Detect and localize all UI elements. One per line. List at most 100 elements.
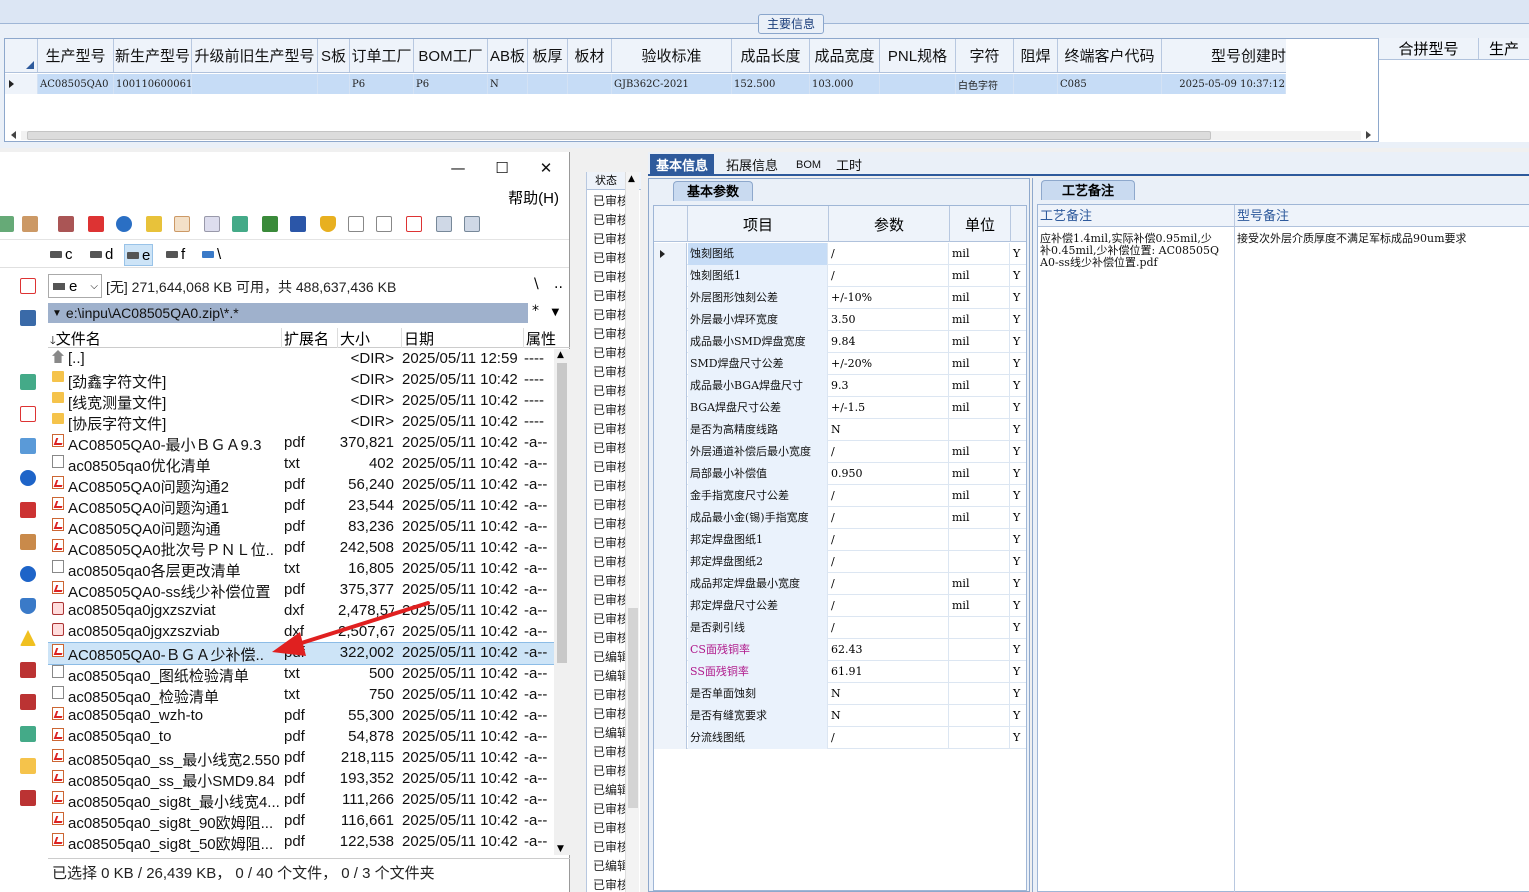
scroll-left-icon[interactable] xyxy=(11,131,16,139)
parent-button[interactable]: .. xyxy=(554,276,563,292)
main-cell[interactable] xyxy=(1014,74,1058,94)
param-value[interactable]: 0.950 xyxy=(829,463,949,485)
main-col-header[interactable]: 成品宽度 xyxy=(810,39,880,72)
basic-params-tab[interactable]: 基本参数 xyxy=(673,181,753,201)
main-col-header[interactable]: BOM工厂 xyxy=(414,39,488,72)
col-ext-header[interactable]: 扩展名 xyxy=(284,328,338,348)
network-icon[interactable] xyxy=(232,216,248,232)
main-col-header[interactable]: 板材 xyxy=(568,39,612,72)
col-name-header[interactable]: 🡓文件名 xyxy=(48,328,282,348)
info-icon[interactable] xyxy=(20,470,36,486)
param-value[interactable]: / xyxy=(829,727,949,749)
file-row[interactable]: AC08505QA0问题沟通 pdf 83,236 2025/05/11 10:42-… xyxy=(48,517,554,538)
tab-work-hours[interactable]: 工时 xyxy=(830,154,868,175)
col-item-header[interactable]: 项目 xyxy=(688,206,829,242)
process-remark-text[interactable]: 应补偿1.4mil,实际补偿0.95mil,少补0.45mil,少补偿位置: A… xyxy=(1040,233,1220,269)
param-value[interactable]: / xyxy=(829,573,949,595)
main-col-header[interactable]: 阻焊 xyxy=(1014,39,1058,72)
file-row[interactable]: [线宽测量文件] <DIR> 2025/05/11 10:42 ---- xyxy=(48,391,554,412)
param-value[interactable]: 62.43 xyxy=(829,639,949,661)
text-file-icon[interactable] xyxy=(174,216,190,232)
window-icon[interactable] xyxy=(436,216,452,232)
help-menu[interactable]: 帮助(H) xyxy=(508,187,559,208)
main-col-header[interactable]: 字符 xyxy=(956,39,1014,72)
main-cell[interactable]: 白色字符 xyxy=(956,74,1014,94)
pack-icon[interactable] xyxy=(22,216,38,232)
new-file-icon[interactable] xyxy=(376,216,392,232)
chat-icon[interactable] xyxy=(20,438,36,454)
tab-bom[interactable]: BOM xyxy=(790,154,827,175)
main-col-header[interactable]: AB板 xyxy=(488,39,528,72)
param-row[interactable]: 是否为高精度线路 N Y xyxy=(654,419,1026,441)
history-dropdown-icon[interactable]: ▼ xyxy=(52,308,62,319)
param-row[interactable]: 邦定焊盘图纸2/ Y xyxy=(654,551,1026,573)
param-value[interactable]: / xyxy=(829,265,949,287)
param-row[interactable]: 成品最小金(锡)手指宽度 / mil Y xyxy=(654,507,1026,529)
param-row[interactable]: 成品邦定焊盘最小宽度 / mil Y xyxy=(654,573,1026,595)
col-size-header[interactable]: 大小 xyxy=(340,328,402,348)
drive-e-button[interactable]: e xyxy=(124,244,154,266)
main-cell[interactable]: P6 xyxy=(414,74,488,94)
param-value[interactable]: / xyxy=(829,529,949,551)
main-cell[interactable]: 103.000 xyxy=(810,74,880,94)
param-row[interactable]: 金手指宽度尺寸公差 / mil Y xyxy=(654,485,1026,507)
main-col-header[interactable]: 成品长度 xyxy=(732,39,810,72)
main-grid-hscrollbar[interactable] xyxy=(9,129,1373,141)
info-icon[interactable] xyxy=(20,566,36,582)
file-row[interactable]: [劲鑫字符文件] <DIR> 2025/05/11 10:42 ---- xyxy=(48,370,554,391)
param-row[interactable]: SS面残铜率 61.91 Y xyxy=(654,661,1026,683)
file-row[interactable]: ac08505qa0_sig8t_50欧姆阻... pdf 122,538 2025/… xyxy=(48,832,554,853)
main-col-header[interactable]: 新生产型号 xyxy=(114,39,192,72)
param-row[interactable]: 邦定焊盘尺寸公差 / mil Y xyxy=(654,595,1026,617)
param-value[interactable]: +/-10% xyxy=(829,287,949,309)
pdf-tool-icon[interactable] xyxy=(88,216,104,232)
remarks-grid[interactable]: 工艺备注 型号备注 应补偿1.4mil,实际补偿0.95mil,少补0.45mi… xyxy=(1037,204,1529,892)
param-value[interactable]: 9.3 xyxy=(829,375,949,397)
param-value[interactable]: / xyxy=(829,243,949,265)
params-grid[interactable]: 项目 参数 单位 蚀刻图纸 / mil Y 蚀刻图纸1/mil Y 外层图形蚀刻公差 +/-1… xyxy=(653,205,1027,891)
delete-icon[interactable] xyxy=(20,502,36,518)
main-col-header[interactable]: 验收标准 xyxy=(612,39,732,72)
scroll-up-icon[interactable]: ▲ xyxy=(628,174,635,184)
file-row[interactable]: ac08505qa0_ss_最小SMD9.84 pdf 193,352 2025/05… xyxy=(48,769,554,790)
excel-icon[interactable] xyxy=(262,216,278,232)
drive-d-button[interactable]: d xyxy=(90,246,113,263)
main-col-header[interactable]: 板厚 xyxy=(528,39,568,72)
sync-dirs-icon[interactable] xyxy=(20,694,36,710)
param-value[interactable]: 3.50 xyxy=(829,309,949,331)
maximize-button[interactable]: ☐ xyxy=(480,156,524,180)
image-icon[interactable] xyxy=(20,534,36,550)
scroll-right-icon[interactable] xyxy=(1366,131,1371,139)
file-row[interactable]: AC08505QA0批次号ＰＮＬ位.. pdf 242,508 2025/05/11 … xyxy=(48,538,554,559)
word-icon[interactable] xyxy=(290,216,306,232)
scroll-down-icon[interactable]: ▼ xyxy=(557,844,564,854)
file-list-scrollbar[interactable]: ▲ ▼ xyxy=(554,349,570,855)
monitor-icon[interactable] xyxy=(20,310,36,326)
param-value[interactable]: / xyxy=(829,507,949,529)
main-cell[interactable]: 10011060006172 xyxy=(114,74,192,94)
doc-icon[interactable] xyxy=(204,216,220,232)
file-row[interactable]: AC08505QA0-ss线少补偿位置 pdf 375,377 2025/05/11 … xyxy=(48,580,554,601)
main-cell[interactable]: GJB362C-2021 xyxy=(612,74,732,94)
file-row[interactable]: ac08505qa0_wzh-to pdf 55,300 2025/05/11 10:… xyxy=(48,706,554,727)
drive-select[interactable]: e ⌵ xyxy=(48,274,102,298)
batch-icon[interactable] xyxy=(20,790,36,806)
param-row[interactable]: 局部最小补偿值 0.950 mil Y xyxy=(654,463,1026,485)
blank-file-icon[interactable] xyxy=(348,216,364,232)
network-drive-button[interactable]: \ xyxy=(202,246,221,263)
file-row[interactable]: ac08505qa0jgxzszviab dxf 2,507,674 2025/05/… xyxy=(48,622,554,643)
main-info-grid[interactable]: 生产型号 新生产型号 升级前旧生产型号 S板 订单工厂 BOM工厂 AB板 板厚 板材 验收标准成… xyxy=(4,38,1380,142)
status-scrollbar[interactable]: ▲ xyxy=(625,172,639,892)
file-row[interactable]: ac08505qa0_ss_最小线宽2.550 pdf 218,115 2025/05… xyxy=(48,748,554,769)
folder-icon[interactable] xyxy=(20,758,36,774)
path-bar[interactable]: ▼ e:\inpu\AC08505QA0.zip\*.* xyxy=(48,303,528,323)
main-cell[interactable]: AC08505QA0 xyxy=(38,74,114,94)
param-value[interactable]: / xyxy=(829,441,949,463)
param-row[interactable]: BGA焊盘尺寸公差 +/-1.5 mil Y xyxy=(654,397,1026,419)
main-cell[interactable] xyxy=(528,74,568,94)
acrobat-icon[interactable] xyxy=(406,216,422,232)
file-row[interactable]: ac08505qa0_sig8t_90欧姆阻... pdf 116,661 2025/… xyxy=(48,811,554,832)
param-value[interactable]: 61.91 xyxy=(829,661,949,683)
filter-star[interactable]: * xyxy=(532,303,539,319)
param-row[interactable]: 是否单面蚀刻 N Y xyxy=(654,683,1026,705)
